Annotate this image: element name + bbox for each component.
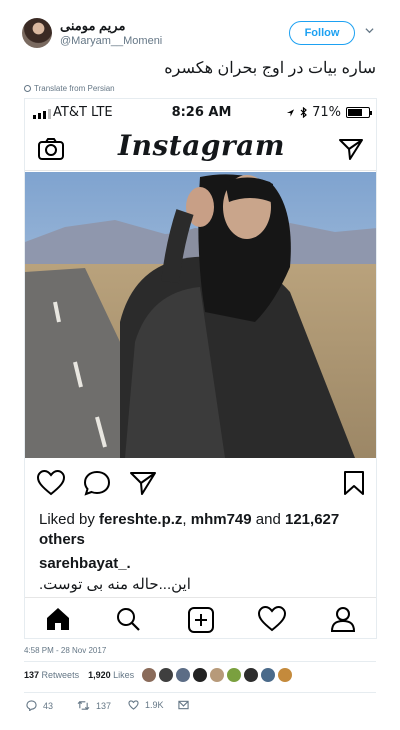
envelope-icon <box>178 700 189 710</box>
tweet-action-bar: 43 137 1.9K <box>24 700 274 716</box>
send-icon[interactable] <box>338 137 364 161</box>
post-photo[interactable] <box>25 172 377 458</box>
location-icon <box>286 108 295 117</box>
liker-avatar[interactable] <box>227 668 241 682</box>
retweet-button[interactable]: 137 <box>77 700 111 711</box>
likes-label: Likes <box>113 670 135 680</box>
display-name[interactable]: مریم مومنی <box>60 18 125 34</box>
instagram-logo: Instagram <box>118 129 285 162</box>
follow-button[interactable]: Follow <box>289 21 355 45</box>
liked-user-2[interactable]: mhm749 <box>191 511 252 528</box>
divider <box>24 661 376 662</box>
liker-avatar[interactable] <box>176 668 190 682</box>
caption-username[interactable]: sarehbayat_. <box>39 555 131 572</box>
profile-icon[interactable] <box>330 606 356 632</box>
tweet-timestamp[interactable]: 4:58 PM - 28 Nov 2017 <box>24 646 106 655</box>
translate-label: Translate from Persian <box>34 84 115 93</box>
likes-stat[interactable]: 1,920 Likes <box>88 670 134 680</box>
globe-icon <box>24 85 31 92</box>
liked-by-text: Liked by fereshte.p.z, mhm749 and 121,62… <box>39 510 369 550</box>
retweet-count: 137 <box>96 700 112 711</box>
username[interactable]: @Maryam__Momeni <box>60 35 162 47</box>
home-icon[interactable] <box>45 606 71 632</box>
direct-message-button[interactable] <box>178 700 189 710</box>
instagram-header: Instagram <box>25 127 376 171</box>
post-actions <box>25 462 376 506</box>
liked-separator: , <box>182 511 191 528</box>
tweet-text: ساره بیات در اوج بحران هکسره <box>164 60 376 77</box>
comment-icon[interactable] <box>83 470 111 496</box>
translate-link[interactable]: Translate from Persian <box>24 84 115 93</box>
embedded-screenshot[interactable]: AT&T LTE 8:26 AM 71% Instagram Liked by … <box>24 98 377 639</box>
retweets-count: 137 <box>24 670 40 680</box>
retweet-icon <box>77 701 90 710</box>
divider <box>24 692 376 693</box>
liker-avatar[interactable] <box>278 668 292 682</box>
liker-avatar[interactable] <box>210 668 224 682</box>
search-icon[interactable] <box>115 606 141 632</box>
liker-avatar[interactable] <box>142 668 156 682</box>
heart-icon[interactable] <box>37 470 65 496</box>
liker-avatar[interactable] <box>244 668 258 682</box>
share-icon[interactable] <box>129 470 157 496</box>
tweet-header: مریم مومنی @Maryam__Momeni Follow <box>0 0 400 60</box>
liker-avatar[interactable] <box>261 668 275 682</box>
add-post-icon[interactable] <box>187 606 215 634</box>
liked-prefix: Liked by <box>39 511 100 528</box>
phone-status-bar: AT&T LTE 8:26 AM 71% <box>25 99 376 127</box>
avatar[interactable] <box>22 18 52 48</box>
caption-text: این...حاله منه بی توست. <box>39 576 191 593</box>
bluetooth-icon <box>300 107 307 118</box>
liker-avatar[interactable] <box>193 668 207 682</box>
status-right: 71% <box>286 105 372 120</box>
like-button[interactable]: 1.9K <box>128 700 164 710</box>
tweet-stats: 137 Retweets 1,920 Likes <box>24 670 134 680</box>
battery-icon <box>346 107 372 118</box>
liker-avatar[interactable] <box>159 668 173 682</box>
like-count: 1.9K <box>145 700 164 710</box>
retweets-label: Retweets <box>41 670 80 680</box>
battery-percent: 71% <box>312 105 341 120</box>
liked-user-1[interactable]: fereshte.p.z <box>99 511 182 528</box>
like-heart-icon <box>128 700 139 710</box>
reply-count: 43 <box>43 700 54 711</box>
liker-avatars <box>142 668 292 682</box>
retweets-stat[interactable]: 137 Retweets <box>24 670 79 680</box>
activity-heart-icon[interactable] <box>258 606 286 632</box>
instagram-tab-bar <box>25 597 376 638</box>
reply-button[interactable]: 43 <box>26 700 53 711</box>
reply-icon <box>26 700 37 711</box>
bookmark-icon[interactable] <box>343 470 365 496</box>
likes-count: 1,920 <box>88 670 111 680</box>
chevron-down-icon[interactable] <box>365 26 374 35</box>
liked-and: and <box>251 511 285 528</box>
